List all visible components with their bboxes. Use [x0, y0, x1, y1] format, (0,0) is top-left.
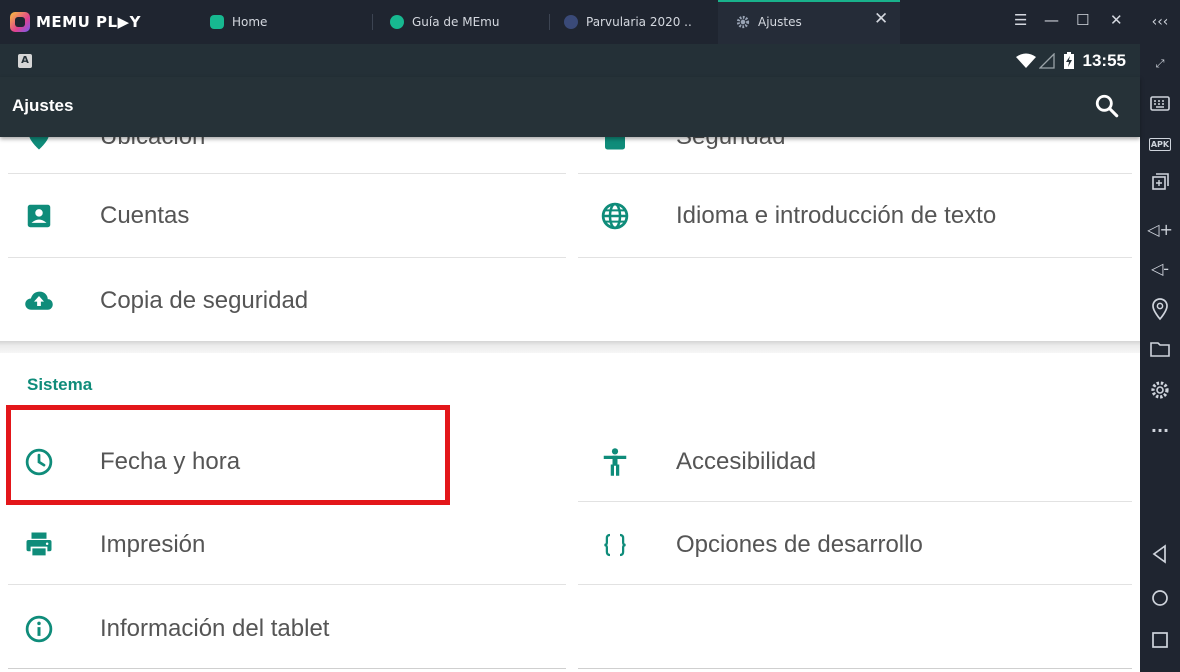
home-nav-icon[interactable] — [1148, 586, 1172, 610]
setting-label: Información del tablet — [100, 615, 330, 642]
signal-icon — [1038, 53, 1055, 69]
tab-label: Guía de MEmu — [412, 15, 500, 29]
memu-logo-icon — [10, 12, 30, 32]
fullscreen-icon[interactable]: ⤢ — [1148, 52, 1172, 76]
tab-divider — [372, 14, 373, 30]
code-braces-icon — [604, 533, 626, 557]
page-title: Ajustes — [12, 96, 74, 115]
row-divider — [8, 257, 566, 258]
close-tab-icon[interactable]: ✕ — [874, 9, 888, 29]
multi-window-icon[interactable] — [1148, 170, 1172, 194]
settings-gear-icon — [736, 15, 750, 29]
setting-cuentas[interactable]: Cuentas — [0, 174, 568, 258]
app-icon — [564, 15, 578, 29]
setting-label: Accesibilidad — [676, 448, 817, 475]
setting-label: Impresión — [100, 531, 206, 558]
status-indicators: 13:55 — [1015, 49, 1126, 73]
setting-label: Idioma e introducción de texto — [676, 202, 997, 229]
memu-logo: MEMU PL▶Y — [10, 10, 141, 34]
recents-nav-icon[interactable] — [1148, 628, 1172, 652]
folder-icon[interactable] — [1148, 337, 1172, 361]
lock-icon — [605, 137, 625, 150]
settings-app-bar: Ajustes — [0, 77, 1140, 137]
apk-install-icon[interactable]: APK — [1148, 132, 1172, 156]
setting-accesibilidad[interactable]: Accesibilidad — [576, 420, 1140, 504]
setting-label: Copia de seguridad — [100, 287, 309, 314]
globe-icon — [601, 202, 629, 230]
tab-label: Parvularia 2020 .. — [586, 15, 692, 29]
setting-opciones-desarrollo[interactable]: Opciones de desarrollo — [576, 503, 1140, 587]
help-icon — [390, 15, 404, 29]
settings-icon[interactable] — [1148, 378, 1172, 402]
tab-label: Home — [232, 15, 268, 29]
cloud-upload-icon — [25, 291, 53, 310]
setting-label: Opciones de desarrollo — [676, 531, 923, 558]
printer-icon — [26, 532, 52, 558]
account-icon — [27, 204, 51, 228]
maximize-icon[interactable]: ☐ — [1076, 11, 1089, 29]
close-window-icon[interactable]: ✕ — [1110, 11, 1123, 29]
memu-brand-text: MEMU PL▶Y — [36, 13, 141, 31]
volume-up-icon[interactable]: ◁+ — [1147, 217, 1173, 241]
notification-icon: A — [18, 54, 32, 68]
accessibility-icon — [603, 448, 627, 476]
setting-label: Cuentas — [100, 202, 190, 229]
apk-label: APK — [1148, 137, 1172, 151]
row-divider — [8, 584, 566, 585]
minimize-icon[interactable]: — — [1044, 11, 1059, 29]
setting-idioma[interactable]: Idioma e introducción de texto — [576, 174, 1140, 258]
tab-divider — [549, 14, 550, 30]
volume-down-icon[interactable]: ◁- — [1148, 256, 1172, 280]
section-title-sistema: Sistema — [27, 375, 93, 394]
section-divider — [0, 341, 1140, 353]
setting-impresion[interactable]: Impresión — [0, 503, 568, 587]
setting-label: Seguridad — [676, 137, 785, 151]
menu-icon[interactable]: ☰ — [1014, 11, 1027, 29]
tab-parvularia[interactable]: Parvularia 2020 .. — [564, 8, 692, 36]
android-status-bar: A 13:55 — [0, 44, 1140, 77]
settings-list: Ubicación Seguridad Cuentas Idioma e int… — [0, 137, 1140, 672]
location-pin-icon[interactable] — [1148, 297, 1172, 321]
status-clock: 13:55 — [1082, 51, 1126, 70]
tab-guide[interactable]: Guía de MEmu — [390, 8, 499, 36]
search-icon[interactable] — [1094, 93, 1120, 119]
back-nav-icon[interactable] — [1148, 542, 1172, 566]
wifi-icon — [1015, 53, 1036, 68]
collapse-sidebar-icon[interactable]: ‹‹‹ — [1148, 10, 1172, 34]
row-divider — [8, 668, 566, 669]
more-options-icon[interactable]: ··· — [1148, 418, 1172, 442]
emulator-title-bar: MEMU PL▶Y Home Guía de MEmu Parvularia 2… — [0, 0, 1180, 44]
keyboard-icon[interactable] — [1148, 92, 1172, 116]
tab-label: Ajustes — [758, 15, 802, 29]
setting-label: Ubicación — [100, 137, 205, 151]
setting-informacion-tablet[interactable]: Información del tablet — [0, 587, 568, 671]
red-highlight-box — [6, 405, 450, 505]
emulator-sidebar: ‹‹‹ ⤢ APK ◁+ ◁- ··· — [1140, 0, 1180, 672]
row-divider — [578, 257, 1132, 258]
tab-home[interactable]: Home — [210, 8, 267, 36]
location-icon — [29, 137, 49, 150]
tab-ajustes[interactable]: Ajustes — [736, 8, 802, 36]
row-divider — [578, 668, 1132, 669]
battery-charging-icon — [1063, 52, 1074, 69]
memu-home-icon — [210, 15, 224, 29]
info-icon — [25, 615, 53, 643]
setting-copia-seguridad[interactable]: Copia de seguridad — [0, 259, 568, 343]
row-divider — [578, 501, 1132, 502]
row-divider — [578, 584, 1132, 585]
